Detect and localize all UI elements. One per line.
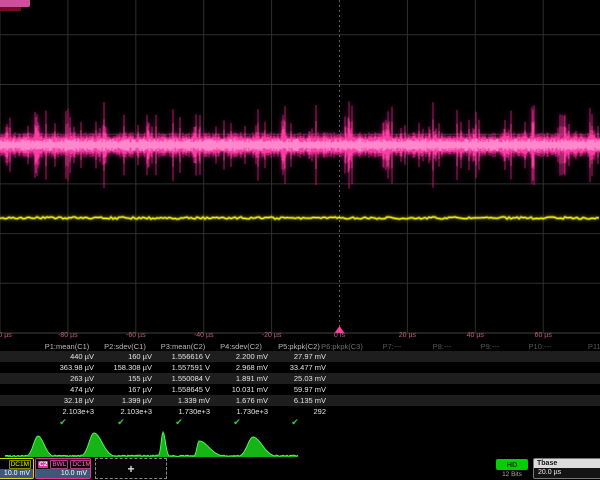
c2-badge-bwl: BWL: [50, 460, 68, 469]
measure-cell-num-P3: 1.730e+3: [152, 407, 210, 416]
measure-cell-sdev-P5: 6.135 mV: [268, 396, 326, 405]
measure-row-max: 474 µV167 µV1.558645 V10.031 mV59.97 mV: [0, 384, 600, 395]
measure-cell-num-P5: 292: [268, 407, 326, 416]
measure-header-4[interactable]: P4:sdev(C2): [220, 342, 262, 351]
trace-c1: [0, 217, 599, 219]
time-axis-label: 60 µs: [535, 332, 552, 339]
measure-cell-max-P3: 1.558645 V: [152, 385, 210, 394]
measure-row-value: 440 µV160 µV1.556616 V2.200 mV27.97 mV: [0, 351, 600, 362]
channel-c1-badges: DC1M: [0, 459, 33, 469]
persistence-badge-underline: [0, 7, 21, 11]
measure-cell-mean-P3: 1.557591 V: [152, 363, 210, 372]
persistence-badge: [0, 0, 30, 7]
waveform-grid-area[interactable]: [0, 0, 600, 334]
plus-icon: +: [127, 462, 134, 476]
measure-cell-value-P3: 1.556616 V: [152, 352, 210, 361]
measure-cell-sdev-P2: 1.399 µV: [94, 396, 152, 405]
channel-c2-descriptor[interactable]: C2BWLDC1M 10.0 mV: [35, 458, 91, 479]
channel-c2-scale: 10.0 mV: [36, 469, 90, 479]
measure-header-2[interactable]: P2:sdev(C1): [104, 342, 146, 351]
measure-cell-value-P4: 2.200 mV: [210, 352, 268, 361]
measure-cell-sdev-P1: 32.18 µV: [36, 396, 94, 405]
time-axis-label: 40 µs: [467, 332, 484, 339]
time-axis-label: 0 fs: [334, 332, 345, 339]
measure-cell-max-P4: 10.031 mV: [210, 385, 268, 394]
time-axis: -100 µs -80 µs -60 µs -40 µs -20 µs 0 fs 20 µs…: [0, 332, 600, 341]
measure-cell-max-P2: 167 µV: [94, 385, 152, 394]
status-check-icon: ✔: [175, 417, 183, 428]
measure-cell-sdev-P4: 1.676 mV: [210, 396, 268, 405]
measure-cell-min-P5: 25.03 mV: [268, 374, 326, 383]
measure-header-5[interactable]: P5:pkpk(C2): [278, 342, 320, 351]
measure-cell-min-P4: 1.891 mV: [210, 374, 268, 383]
channel-c2-badges: C2BWLDC1M: [36, 459, 90, 469]
trace-c2: [0, 101, 600, 188]
measure-cell-num-P1: 2.103e+3: [36, 407, 94, 416]
measure-header-dim[interactable]: P10:---: [529, 342, 552, 351]
timebase-descriptor[interactable]: Tbase 20.0 µs: [533, 458, 600, 479]
measure-header-dim[interactable]: P7:---: [383, 342, 402, 351]
time-axis-label: -100 µs: [0, 332, 12, 339]
measure-cell-value-P2: 160 µV: [94, 352, 152, 361]
bit-depth-label: 12 Bits: [496, 471, 528, 478]
hd-mode-badge[interactable]: HD: [496, 459, 528, 470]
timebase-title: Tbase: [534, 459, 600, 468]
time-axis-label: -20 µs: [262, 332, 282, 339]
measure-row-min: 263 µV155 µV1.550084 V1.891 mV25.03 mV: [0, 373, 600, 384]
measure-cell-min-P3: 1.550084 V: [152, 374, 210, 383]
status-check-icon: ✔: [233, 417, 241, 428]
oscilloscope-screen: -100 µs -80 µs -60 µs -40 µs -20 µs 0 fs 20 µs…: [0, 0, 600, 480]
measure-row-mean: 363.98 µV158.308 µV1.557591 V2.968 mV33.…: [0, 362, 600, 373]
channel-c1-scale: 10.0 mV: [0, 469, 33, 479]
timebase-scale: 20.0 µs: [534, 468, 600, 479]
time-axis-label: 20 µs: [399, 332, 416, 339]
measure-cell-max-P5: 59.97 mV: [268, 385, 326, 394]
status-check-icon: ✔: [117, 417, 125, 428]
measure-header-dim[interactable]: P11:---: [588, 342, 600, 351]
bottom-toolbar: DC1M 10.0 mV C2BWLDC1M 10.0 mV + HD 12 B…: [0, 458, 600, 480]
status-check-icon: ✔: [291, 417, 299, 428]
c1-badge-dc1m: DC1M: [9, 460, 31, 469]
measure-status-row: ✔ ✔ ✔ ✔ ✔: [0, 417, 600, 430]
channel-c1-descriptor[interactable]: DC1M 10.0 mV: [0, 458, 34, 479]
measurement-histicon[interactable]: [0, 431, 600, 458]
measure-header-dim[interactable]: P9:---: [481, 342, 500, 351]
measure-row-num: 2.103e+32.103e+31.730e+31.730e+3292: [0, 406, 600, 417]
time-axis-label: -60 µs: [126, 332, 146, 339]
measure-cell-min-P1: 263 µV: [36, 374, 94, 383]
measure-cell-num-P4: 1.730e+3: [210, 407, 268, 416]
measure-cell-value-P5: 27.97 mV: [268, 352, 326, 361]
measure-header-1[interactable]: P1:mean(C1): [45, 342, 90, 351]
measure-header-row: P1:mean(C1) P2:sdev(C1) P3:mean(C2) P4:sdev…: [0, 341, 600, 351]
measure-header-dim[interactable]: P6:pkpk(C3): [321, 342, 363, 351]
c2-label-badge: C2: [38, 461, 48, 468]
time-axis-label: -80 µs: [58, 332, 78, 339]
measure-header-dim[interactable]: P8:---: [433, 342, 452, 351]
measure-cell-mean-P2: 158.308 µV: [94, 363, 152, 372]
measure-cell-num-P2: 2.103e+3: [94, 407, 152, 416]
measure-cell-mean-P5: 33.477 mV: [268, 363, 326, 372]
measure-header-3[interactable]: P3:mean(C2): [161, 342, 206, 351]
measure-cell-min-P2: 155 µV: [94, 374, 152, 383]
measure-row-sdev: 32.18 µV1.399 µV1.339 mV1.676 mV6.135 mV: [0, 395, 600, 406]
time-axis-label: -40 µs: [194, 332, 214, 339]
add-channel-button[interactable]: +: [95, 458, 167, 479]
measure-cell-value-P1: 440 µV: [36, 352, 94, 361]
measure-cell-mean-P4: 2.968 mV: [210, 363, 268, 372]
c2-badge-dc1m: DC1M: [70, 460, 91, 469]
measure-cell-max-P1: 474 µV: [36, 385, 94, 394]
graticule: [0, 0, 600, 333]
status-check-icon: ✔: [59, 417, 67, 428]
measure-cell-mean-P1: 363.98 µV: [36, 363, 94, 372]
measurement-table: P1:mean(C1) P2:sdev(C1) P3:mean(C2) P4:sdev…: [0, 341, 600, 430]
measure-cell-sdev-P3: 1.339 mV: [152, 396, 210, 405]
